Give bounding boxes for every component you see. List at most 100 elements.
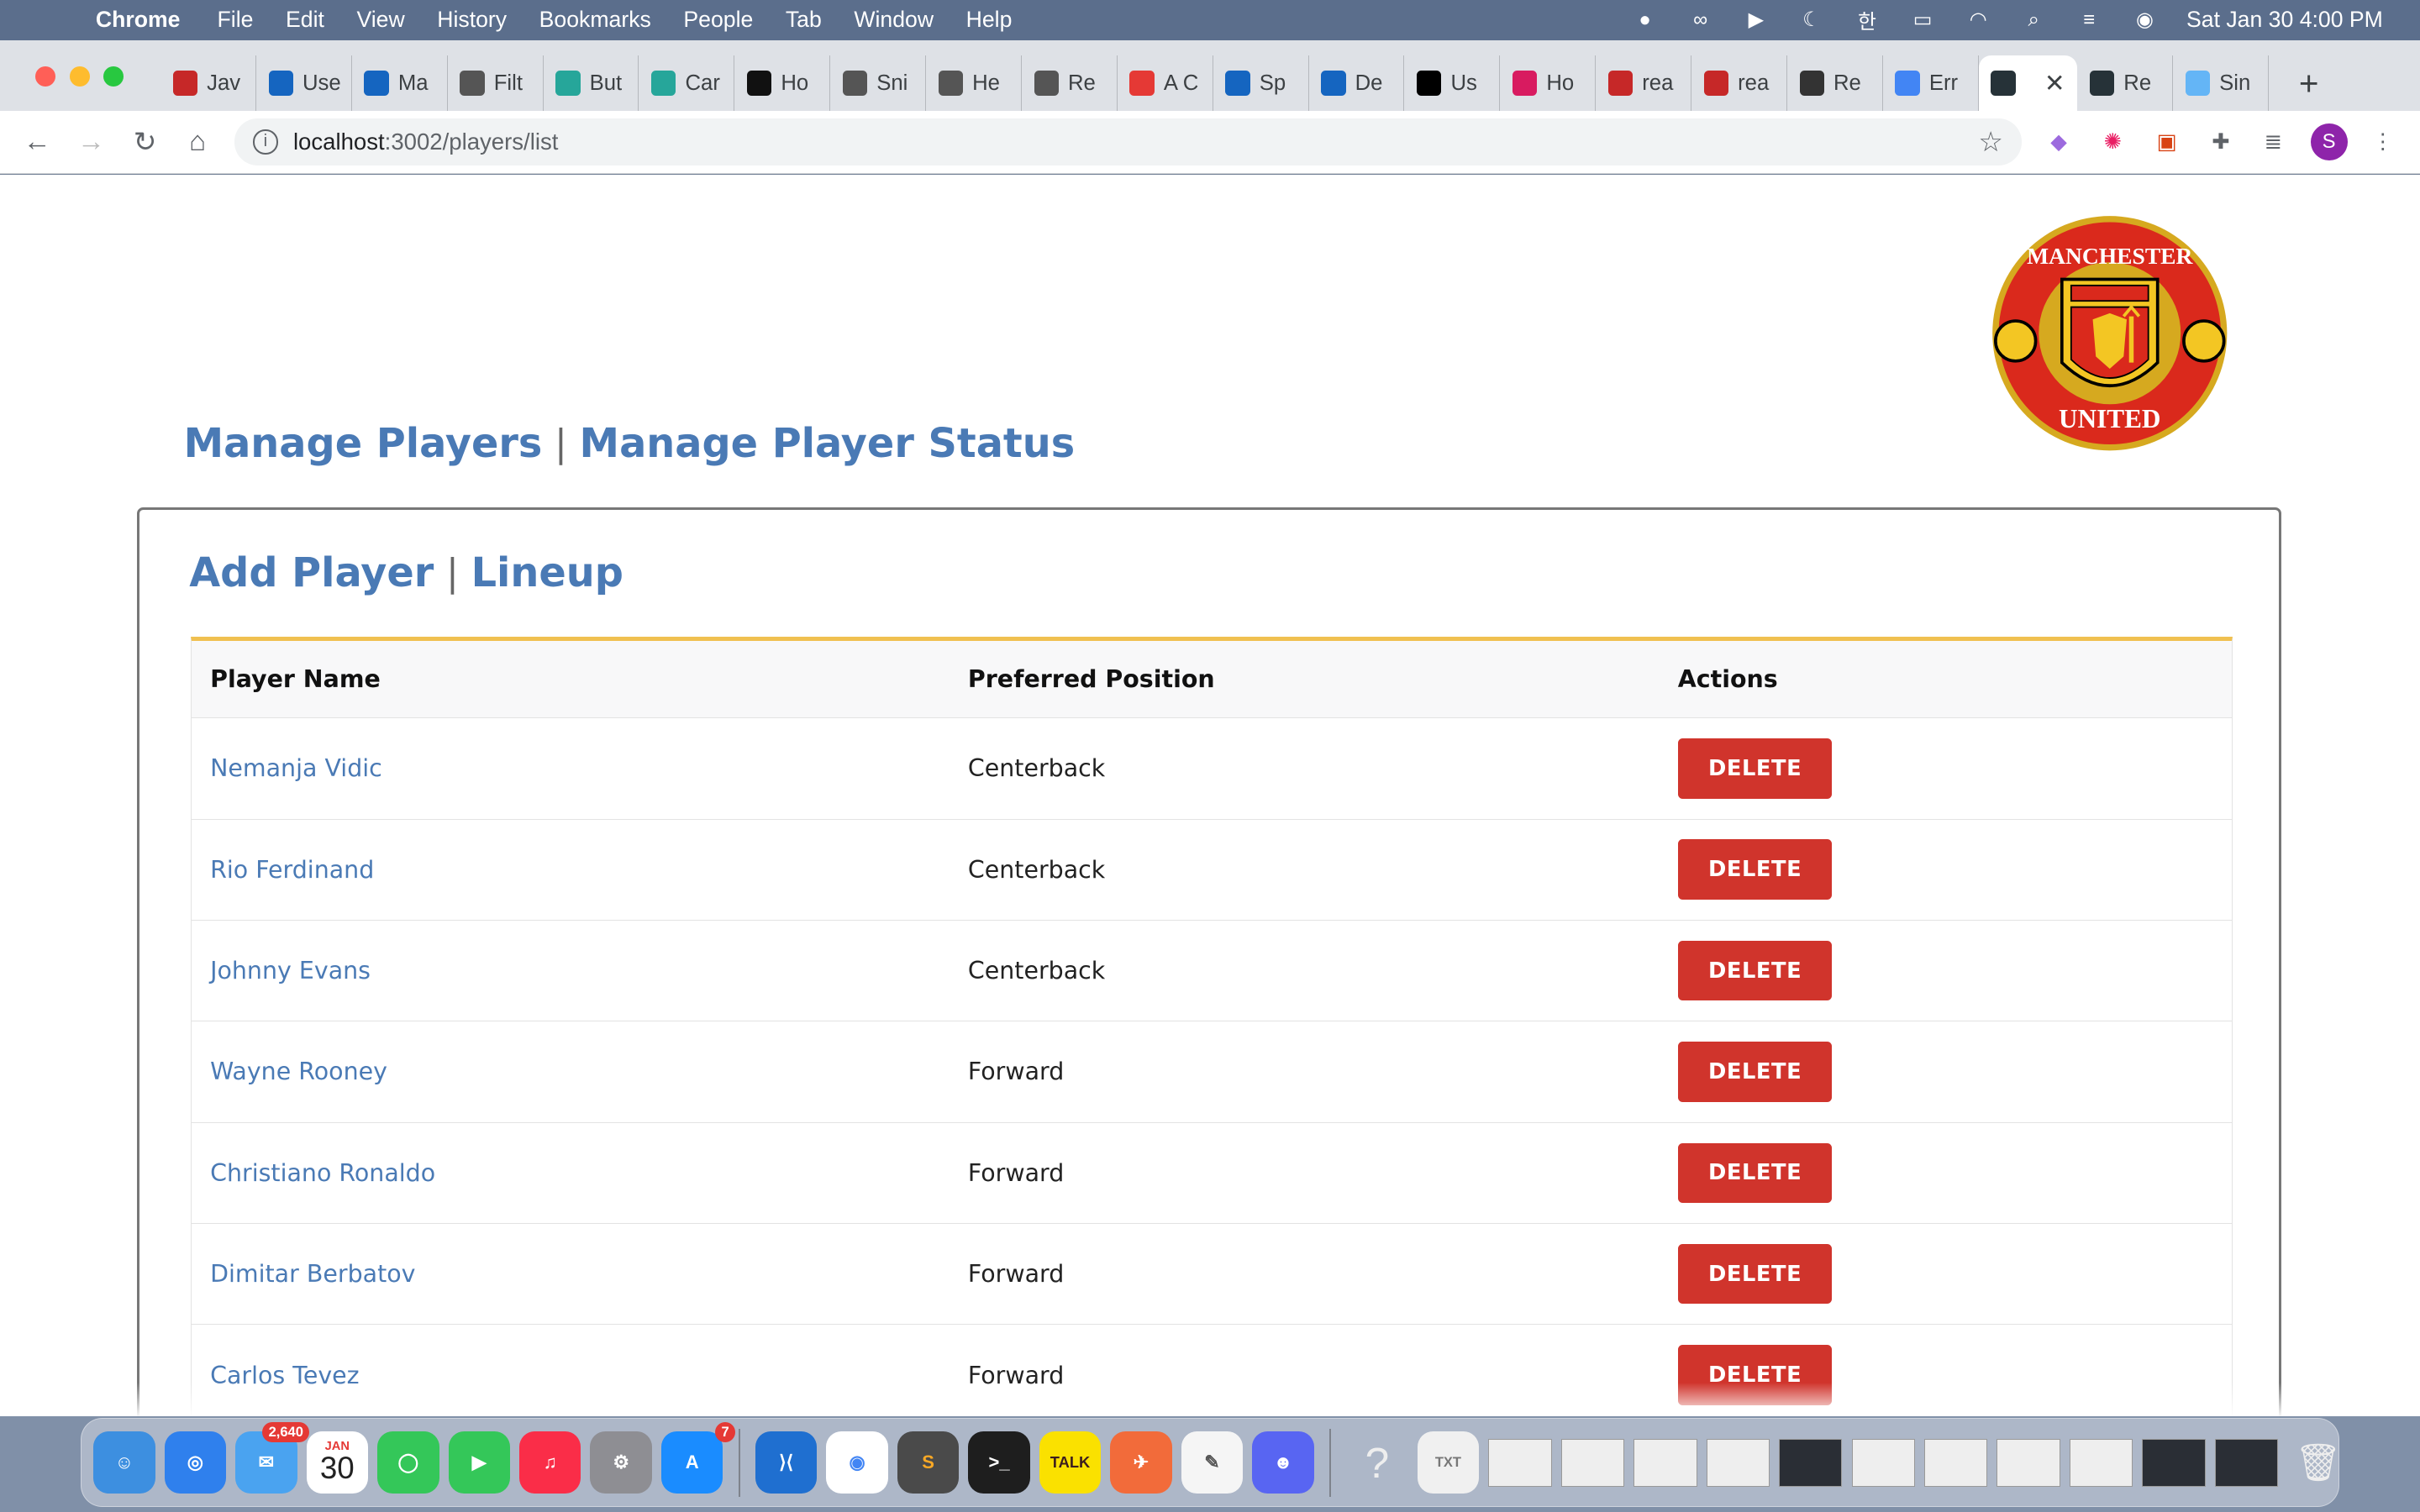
window-thumbnail[interactable] xyxy=(2214,1438,2279,1487)
browser-tab[interactable]: rea xyxy=(1691,55,1787,112)
calendar-icon[interactable]: JAN 30 xyxy=(306,1431,369,1494)
delete-player-button[interactable]: DELETE xyxy=(1677,1243,1833,1305)
sublime-text-icon[interactable]: S xyxy=(897,1431,960,1494)
window-thumbnail[interactable] xyxy=(1851,1438,1915,1487)
player-name-link[interactable]: Dimitar Berbatov xyxy=(192,1223,950,1326)
terminal-icon[interactable]: >_ xyxy=(968,1431,1030,1494)
browser-tab[interactable]: Re xyxy=(2077,55,2174,112)
app-store-icon[interactable]: A7 xyxy=(660,1422,736,1494)
extensions-puzzle-icon[interactable]: ✚ xyxy=(2206,127,2237,158)
back-arrow-icon[interactable]: ← xyxy=(18,123,55,160)
window-thumbnail[interactable] xyxy=(2142,1438,2206,1487)
window-thumbnail[interactable] xyxy=(1560,1438,1625,1487)
facetime-icon[interactable]: ▶ xyxy=(448,1431,510,1494)
close-window-button[interactable] xyxy=(35,66,56,87)
browser-tab[interactable]: He xyxy=(926,55,1022,112)
player-name-link[interactable]: Nemanja Vidic xyxy=(192,717,950,820)
delete-player-button[interactable]: DELETE xyxy=(1677,940,1833,1001)
textedit-icon[interactable]: ✎ xyxy=(1181,1431,1244,1494)
menu-app-name[interactable]: Chrome xyxy=(96,7,181,33)
minimize-window-button[interactable] xyxy=(69,66,90,87)
menu-file[interactable]: File xyxy=(218,7,254,33)
browser-tab[interactable]: Err xyxy=(1883,55,1979,112)
player-name-link[interactable]: Wayne Rooney xyxy=(192,1021,950,1123)
window-thumbnail[interactable] xyxy=(2069,1438,2133,1487)
window-thumbnail[interactable] xyxy=(1996,1438,2060,1487)
color-picker-extension-icon[interactable]: ✺ xyxy=(2097,127,2128,158)
window-thumbnail[interactable] xyxy=(1779,1438,1843,1487)
system-preferences-icon[interactable]: ⚙ xyxy=(590,1431,652,1494)
window-thumbnail[interactable] xyxy=(1488,1438,1552,1487)
browser-tab[interactable]: Ho xyxy=(1500,55,1597,112)
browser-tab[interactable]: Sp xyxy=(1213,55,1309,112)
media-control-icon[interactable]: ≣ xyxy=(2258,127,2289,158)
site-info-icon[interactable]: i xyxy=(253,129,278,155)
browser-tab[interactable]: Ma xyxy=(352,55,448,112)
kakaotalk-icon[interactable]: TALK xyxy=(1039,1431,1102,1494)
delete-player-button[interactable]: DELETE xyxy=(1677,1042,1833,1102)
browser-tab[interactable]: Ho xyxy=(734,55,831,112)
browser-tab[interactable]: Re xyxy=(1787,55,1883,112)
creative-cloud-icon[interactable]: ∞ xyxy=(1686,6,1714,34)
menu-window[interactable]: Window xyxy=(854,7,934,33)
browser-tab[interactable]: Filt xyxy=(448,55,544,112)
new-tab-button[interactable]: + xyxy=(2281,55,2337,111)
input-source-icon[interactable]: 한 xyxy=(1853,6,1881,34)
reload-icon[interactable]: ↻ xyxy=(127,123,164,160)
play-circle-icon[interactable]: ▶ xyxy=(1742,6,1770,34)
browser-tab[interactable]: A C xyxy=(1118,55,1213,112)
postman-icon[interactable]: ✈ xyxy=(1110,1431,1172,1494)
browser-tab[interactable]: Us xyxy=(1404,55,1501,112)
close-tab-icon[interactable]: ✕ xyxy=(2044,69,2065,98)
wifi-icon[interactable]: ◠ xyxy=(1965,6,1992,34)
zoom-window-button[interactable] xyxy=(103,66,124,87)
window-thumbnail[interactable] xyxy=(1706,1438,1770,1487)
menu-people[interactable]: People xyxy=(683,7,753,33)
menu-tab[interactable]: Tab xyxy=(786,7,822,33)
player-name-link[interactable]: Christiano Ronaldo xyxy=(192,1122,950,1224)
address-bar[interactable]: i localhost:3002/players/list ☆ xyxy=(234,118,2023,165)
menu-help[interactable]: Help xyxy=(966,7,1013,33)
more-menu-icon[interactable]: ⋮ xyxy=(2367,127,2398,158)
messages-icon[interactable]: ◯ xyxy=(377,1431,439,1494)
delete-player-button[interactable]: DELETE xyxy=(1677,1142,1833,1204)
chrome-icon[interactable]: ◉ xyxy=(826,1431,888,1494)
browser-tab[interactable]: Car xyxy=(639,55,735,112)
manage-player-status-link[interactable]: Manage Player Status xyxy=(580,421,1076,467)
react-devtools-extension-icon[interactable]: ▣ xyxy=(2151,127,2182,158)
browser-tab[interactable]: Sni xyxy=(830,55,927,112)
trash-icon[interactable]: 🗑 xyxy=(2287,1431,2349,1493)
forward-arrow-icon[interactable]: → xyxy=(72,123,109,160)
profile-avatar[interactable]: S xyxy=(2310,123,2348,160)
mail-icon[interactable]: ✉ 2,640 xyxy=(235,1422,310,1494)
manage-players-link[interactable]: Manage Players xyxy=(184,421,543,467)
player-name-link[interactable]: Rio Ferdinand xyxy=(192,819,950,921)
menu-view[interactable]: View xyxy=(356,7,404,33)
browser-tab[interactable]: rea xyxy=(1596,55,1692,112)
player-name-link[interactable]: Johnny Evans xyxy=(192,920,950,1022)
finder-icon[interactable]: ☺ xyxy=(93,1431,155,1494)
browser-tab[interactable]: De xyxy=(1309,55,1405,112)
add-player-link[interactable]: Add Player xyxy=(189,550,434,596)
home-icon[interactable]: ⌂ xyxy=(179,123,216,160)
siri-icon[interactable]: ◉ xyxy=(2131,6,2159,34)
text-document-icon[interactable]: TXT xyxy=(1417,1431,1480,1494)
browser-tab[interactable]: Jav xyxy=(160,55,256,112)
window-thumbnail[interactable] xyxy=(1634,1438,1697,1487)
control-center-icon[interactable]: ≡ xyxy=(2075,6,2103,34)
browser-tab[interactable]: ✕ xyxy=(1978,55,2078,112)
delete-player-button[interactable]: DELETE xyxy=(1677,738,1833,799)
safari-icon[interactable]: ◎ xyxy=(164,1431,227,1494)
spotlight-search-icon[interactable]: ⌕ xyxy=(2020,6,2048,34)
menu-history[interactable]: History xyxy=(437,7,507,33)
browser-tab[interactable]: Sin xyxy=(2173,55,2269,112)
browser-tab[interactable]: But xyxy=(544,55,639,112)
battery-icon[interactable]: ▭ xyxy=(1909,6,1937,34)
delete-player-button[interactable]: DELETE xyxy=(1677,839,1833,900)
extension-puzzle-purple-icon[interactable]: ◆ xyxy=(2044,127,2075,158)
notification-app-icon[interactable]: ● xyxy=(1631,6,1659,34)
lineup-link[interactable]: Lineup xyxy=(471,550,623,596)
bookmark-star-icon[interactable]: ☆ xyxy=(1978,125,2003,159)
menu-edit[interactable]: Edit xyxy=(286,7,324,33)
moon-icon[interactable]: ☾ xyxy=(1797,6,1825,34)
